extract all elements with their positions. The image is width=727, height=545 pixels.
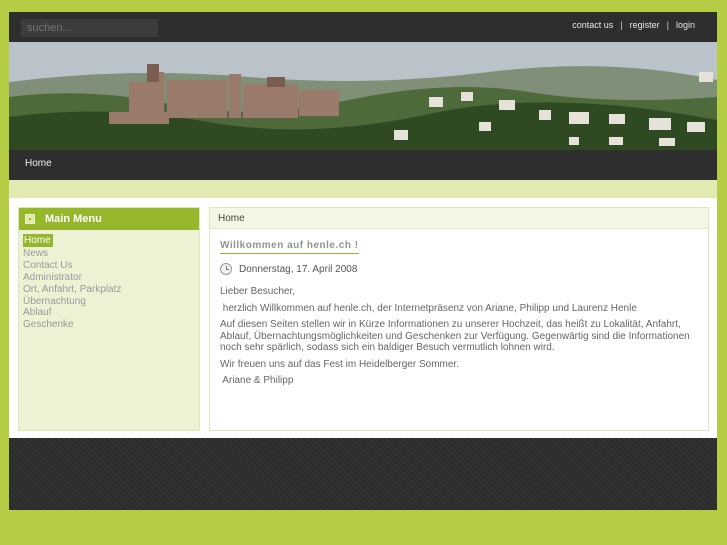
paragraph: herzlich Willkommen auf henle.ch, der In… <box>220 302 637 314</box>
article-body: Lieber Besucher, herzlich Willkommen auf… <box>220 286 698 392</box>
menu-item-ablauf[interactable]: Ablauf <box>23 307 199 319</box>
separator: | <box>666 20 669 30</box>
menu-item-uebernachtung[interactable]: Übernachtung <box>23 296 199 308</box>
paragraph: Wir freuen uns auf das Fest im Heidelber… <box>220 358 459 370</box>
contact-us-link[interactable]: contact us <box>572 20 613 30</box>
sidebar-title: Main Menu <box>45 213 102 225</box>
castle-landscape-image <box>9 42 717 150</box>
menu-item-news[interactable]: News <box>23 248 199 260</box>
menu-item-administrator[interactable]: Administrator <box>23 272 199 284</box>
separator: | <box>620 20 623 30</box>
breadcrumb: Home <box>210 208 708 229</box>
menu-item-geschenke[interactable]: Geschenke <box>23 319 199 331</box>
accent-strip <box>9 180 717 198</box>
sidebar-header: Main Menu <box>19 208 199 230</box>
top-bar: contact us | register | login <box>9 12 717 42</box>
clock-icon <box>220 263 232 275</box>
top-links: contact us | register | login <box>572 20 695 30</box>
header-banner-image <box>9 42 717 150</box>
main-content: Home Willkommen auf henle.ch ! Donnersta… <box>209 207 709 431</box>
bullet-icon <box>25 214 35 224</box>
main-navigation: Home <box>9 150 717 180</box>
menu-item-contact-us[interactable]: Contact Us <box>23 260 199 272</box>
menu-item-home[interactable]: Home <box>23 234 53 247</box>
sidebar-main-menu: Main Menu Home News Contact Us Administr… <box>18 207 200 431</box>
menu-list: Home News Contact Us Administrator Ort, … <box>19 230 199 331</box>
paragraph: Auf diesen Seiten stellen wir in Kürze I… <box>220 319 690 353</box>
login-link[interactable]: login <box>676 20 695 30</box>
footer <box>9 438 717 510</box>
date-text: Donnerstag, 17. April 2008 <box>239 263 358 275</box>
paragraph: Ariane & Philipp <box>220 375 294 386</box>
menu-item-ort-anfahrt-parkplatz[interactable]: Ort, Anfahrt, Parkplatz <box>23 284 199 296</box>
nav-item-home[interactable]: Home <box>25 158 52 169</box>
article-date: Donnerstag, 17. April 2008 <box>220 263 357 275</box>
register-link[interactable]: register <box>630 20 660 30</box>
search-input[interactable] <box>21 19 158 37</box>
page-container: contact us | register | login <box>9 12 717 510</box>
article-title: Willkommen auf henle.ch ! <box>220 240 359 254</box>
paragraph: Lieber Besucher, <box>220 286 296 297</box>
